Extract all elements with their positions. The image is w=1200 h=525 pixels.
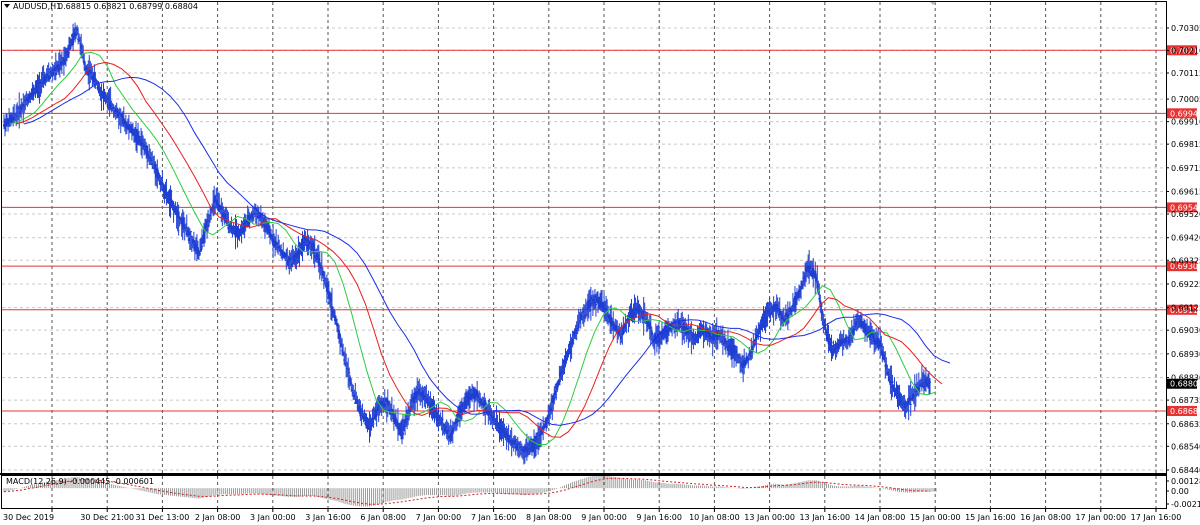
price-bar-body <box>189 231 192 233</box>
time-tick-label: 3 Jan 00:00 <box>250 513 296 522</box>
time-tick-label: 15 Jan 00:00 <box>910 513 961 522</box>
time-tick-label: 17 Jan 00:00 <box>1075 513 1126 522</box>
time-tick-label: 7 Jan 16:00 <box>471 513 517 522</box>
price-bar-body <box>824 327 827 329</box>
price-bar-body <box>402 432 405 435</box>
time-tick-label: 15 Jan 16:00 <box>965 513 1016 522</box>
time-tick-label: 10 Jan 08:00 <box>689 513 740 522</box>
time-tick-label: 9 Jan 16:00 <box>636 513 682 522</box>
price-tick-label: 0.70115 <box>1171 69 1200 78</box>
price-tick-label: 0.69615 <box>1171 188 1200 197</box>
price-bar-body <box>339 334 342 338</box>
price-tick-label: 0.68540 <box>1171 442 1200 451</box>
macd-label: MACD(12,26,9) -0.000445 -0.000601 <box>6 477 154 486</box>
price-tick-label: 0.70210 <box>1171 47 1200 56</box>
price-tick-label: 0.69520 <box>1171 210 1200 219</box>
price-tick-label: 0.69225 <box>1171 280 1200 289</box>
price-bar-body <box>198 253 201 255</box>
price-bar-body <box>452 429 455 431</box>
time-tick-label: 13 Jan 00:00 <box>744 513 795 522</box>
price-tick-label: 0.69325 <box>1171 256 1200 265</box>
time-tick-label: 14 Jan 08:00 <box>855 513 906 522</box>
time-tick-label: 13 Jan 16:00 <box>799 513 850 522</box>
time-tick-label: 30 Dec 2019 <box>3 513 54 522</box>
time-tick-label: 7 Jan 00:00 <box>416 513 462 522</box>
price-bar-body <box>104 93 107 95</box>
price-bar-body <box>177 211 180 216</box>
price-bar-body <box>361 411 364 413</box>
time-tick-label: 9 Jan 00:00 <box>581 513 627 522</box>
price-bar-body <box>190 235 193 238</box>
price-bar-body <box>441 418 444 420</box>
ohlc-values: 0.68815 0.68821 0.68799 0.68804 <box>58 2 198 11</box>
price-tick-label: 0.69815 <box>1171 140 1200 149</box>
time-tick-label: 16 Jan 08:00 <box>1020 513 1071 522</box>
time-tick-label: 31 Dec 13:00 <box>135 513 189 522</box>
time-tick-label: 3 Jan 16:00 <box>305 513 351 522</box>
price-tick-label: 0.69030 <box>1171 326 1200 335</box>
macd-tick-label: -0.00216 <box>1171 500 1200 509</box>
time-tick-label: 6 Jan 08:00 <box>360 513 406 522</box>
price-bar-body <box>909 403 912 405</box>
chart-background <box>0 0 1200 525</box>
chart-window[interactable]: 0.70211 0.69945 0.69548 0.69300 0.69116 0.686… <box>0 0 1200 525</box>
price-tick-label: 0.68735 <box>1171 396 1200 405</box>
price-tick-label: 0.69910 <box>1171 118 1200 127</box>
price-bar-body <box>929 381 931 383</box>
macd-tick-label: 0.00128 <box>1171 477 1200 486</box>
price-bar-body <box>67 52 70 54</box>
price-tick-label: 0.70305 <box>1171 24 1200 33</box>
price-tick-label: 0.69420 <box>1171 234 1200 243</box>
price-tick-label: 0.69125 <box>1171 304 1200 313</box>
macd-tick-label: 0.00 <box>1171 487 1189 496</box>
level-label: 0.68689 <box>1170 407 1200 416</box>
time-tick-label: 8 Jan 08:00 <box>526 513 572 522</box>
price-chart[interactable]: 0.702110.699450.695480.693000.691160.686… <box>0 0 1200 525</box>
price-bar-body <box>200 246 203 248</box>
price-tick-label: 0.68930 <box>1171 350 1200 359</box>
time-tick-label: 2 Jan 08:00 <box>195 513 241 522</box>
price-tick-label: 0.70005 <box>1171 95 1200 104</box>
price-bar-body <box>348 372 351 374</box>
time-tick-label: 17 Jan 16:00 <box>1131 513 1182 522</box>
current-price-label: 0.68804 <box>1170 380 1200 389</box>
price-bar-body <box>891 380 894 383</box>
price-bar-body <box>649 325 652 327</box>
price-tick-label: 0.68635 <box>1171 420 1200 429</box>
time-tick-label: 30 Dec 21:00 <box>80 513 134 522</box>
symbol-label: AUDUSD,H1 <box>13 2 61 11</box>
price-tick-label: 0.68440 <box>1171 466 1200 475</box>
price-bar-body <box>795 298 798 300</box>
price-bar-body <box>594 303 597 306</box>
price-bar-body <box>830 341 833 344</box>
price-tick-label: 0.69715 <box>1171 164 1200 173</box>
